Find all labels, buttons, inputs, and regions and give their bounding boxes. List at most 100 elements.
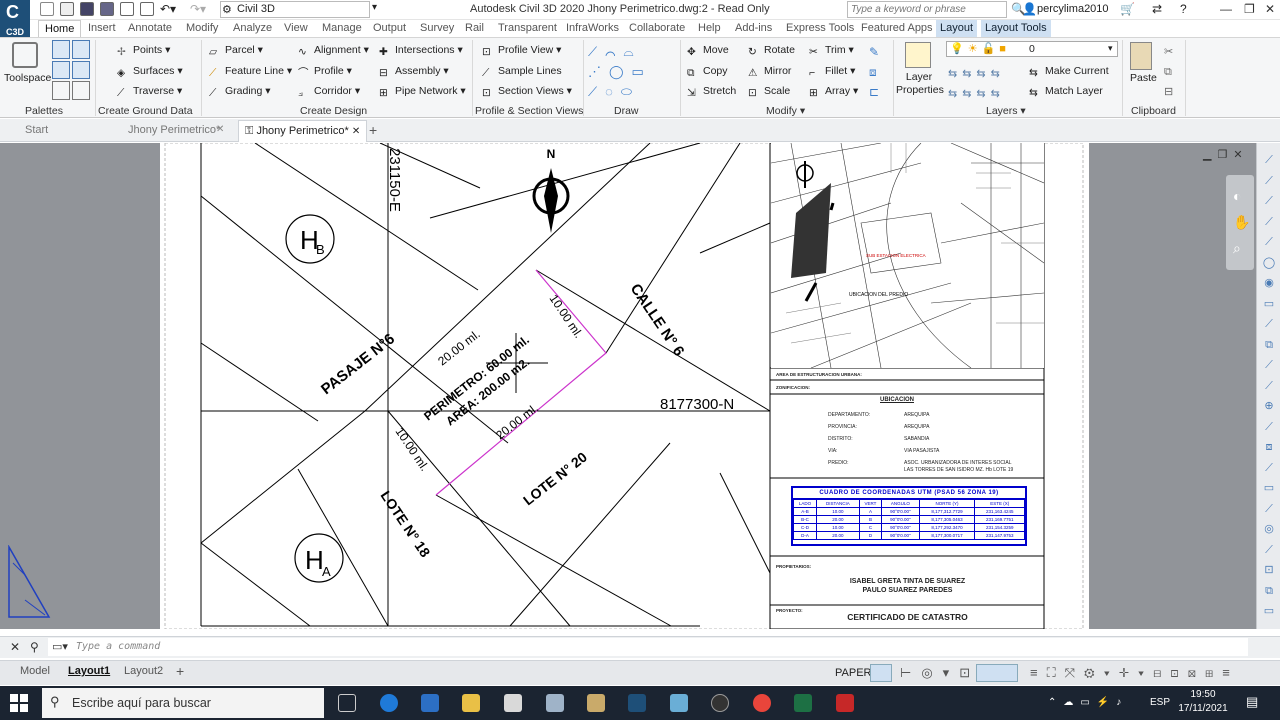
properties-icon[interactable] xyxy=(52,81,70,100)
language-indicator[interactable]: ESP xyxy=(1150,697,1170,708)
civil3d-icon[interactable] xyxy=(628,694,646,712)
layer-properties-button[interactable]: Layer Properties xyxy=(896,71,944,97)
chevron-down-icon[interactable]: ▾ xyxy=(372,2,377,13)
close-icon[interactable]: ✕ xyxy=(352,126,360,137)
layer-properties-icon[interactable] xyxy=(905,42,931,68)
app-icon[interactable] xyxy=(546,694,564,712)
status-tools-right[interactable]: ≡⛶⤧⚙▾✛▾⊟⊡⊠⊞≡ xyxy=(1030,665,1239,681)
toolspace-icon[interactable] xyxy=(12,42,38,68)
tray-icons[interactable]: ⌃☁▭⚡♪ xyxy=(1048,697,1128,708)
save-icon[interactable] xyxy=(80,2,94,16)
tab-modify[interactable]: Modify xyxy=(186,22,218,34)
taskbar-search[interactable]: Escribe aquí para buscar xyxy=(42,688,324,718)
restore-icon[interactable]: ❐ xyxy=(1244,2,1255,16)
grid-icon[interactable] xyxy=(870,664,892,682)
clipboard-tools[interactable]: ✂ ⧉ ⊟ xyxy=(1164,42,1173,102)
panel-modify[interactable]: Modify ▾ xyxy=(766,105,805,117)
tab-collaborate[interactable]: Collaborate xyxy=(629,22,685,34)
print-icon[interactable] xyxy=(140,2,154,16)
nav-tools-icons[interactable]: ◐ ✋ ⌕ xyxy=(1233,183,1250,261)
tab-layout2[interactable]: Layout2 xyxy=(124,665,163,677)
app-icon[interactable] xyxy=(587,694,605,712)
survey-icon[interactable] xyxy=(52,60,70,80)
toolspace-button[interactable]: Toolspace xyxy=(4,72,51,84)
notifications-icon[interactable]: ▤ xyxy=(1246,694,1258,710)
new-tab-icon[interactable]: + xyxy=(369,122,377,138)
tab-addins[interactable]: Add-ins xyxy=(735,22,772,34)
save-as-icon[interactable] xyxy=(100,2,114,16)
copy-button[interactable]: ⧉ Copy xyxy=(687,65,728,79)
alignment-button[interactable]: ∿ Alignment ▾ xyxy=(298,44,369,58)
app-icon[interactable] xyxy=(504,694,522,712)
tab-view[interactable]: View xyxy=(284,22,308,34)
trim-button[interactable]: ✂ Trim ▾ xyxy=(809,44,854,58)
close-icon[interactable]: ✕ xyxy=(1265,2,1275,16)
tab-express-tools[interactable]: Express Tools xyxy=(786,22,854,34)
fillet-button[interactable]: ⌐ Fillet ▾ xyxy=(809,65,855,79)
profile-button[interactable]: ⌒ Profile ▾ xyxy=(298,65,352,79)
app-icon[interactable] xyxy=(711,694,729,712)
app-logo[interactable]: C C3D xyxy=(0,0,30,40)
paste-icon[interactable] xyxy=(1130,42,1152,70)
intersections-button[interactable]: ✚ Intersections ▾ xyxy=(379,44,463,58)
tab-model[interactable]: Model xyxy=(20,665,50,677)
share-icon[interactable]: ⇄ xyxy=(1152,2,1162,16)
object-snap-icon[interactable] xyxy=(976,664,1018,682)
panel-profile-section-views[interactable]: Profile & Section Views xyxy=(475,105,583,117)
panel-clipboard[interactable]: Clipboard xyxy=(1131,105,1176,117)
chevron-down-icon[interactable]: ▾ xyxy=(1108,43,1113,54)
task-view-icon[interactable] xyxy=(338,694,356,712)
tab-output[interactable]: Output xyxy=(373,22,406,34)
edge-icon[interactable] xyxy=(380,694,398,712)
points-button[interactable]: ✢ Points ▾ xyxy=(117,44,170,58)
rotate-button[interactable]: ↻ Rotate xyxy=(748,44,795,58)
minimize-icon[interactable]: — xyxy=(1220,2,1232,16)
web-icon[interactable] xyxy=(120,2,134,16)
tab-layout[interactable]: Layout xyxy=(936,20,978,37)
tab-drawing-1[interactable]: Jhony Perimetrico* xyxy=(128,124,220,136)
help-icon[interactable]: ? xyxy=(1180,2,1187,16)
excel-icon[interactable] xyxy=(794,694,812,712)
panel-palettes[interactable]: Palettes xyxy=(25,105,63,117)
sample-lines-button[interactable]: ⟋ Sample Lines xyxy=(482,65,562,79)
feature-line-button[interactable]: ⟋ Feature Line ▾ xyxy=(209,65,292,79)
tab-manage[interactable]: Manage xyxy=(322,22,362,34)
assembly-button[interactable]: ⊟ Assembly ▾ xyxy=(379,65,449,79)
stretch-button[interactable]: ⇲ Stretch xyxy=(687,85,736,99)
parcel-button[interactable]: ▱ Parcel ▾ xyxy=(209,44,263,58)
tab-layout-tools[interactable]: Layout Tools xyxy=(981,20,1051,37)
move-button[interactable]: ✥ Move xyxy=(687,44,729,58)
search-input[interactable]: Type a keyword or phrase xyxy=(847,1,1007,18)
tab-help[interactable]: Help xyxy=(698,22,721,34)
mirror-button[interactable]: ⚠ Mirror xyxy=(748,65,791,79)
redo-icon[interactable]: ↷▾ xyxy=(190,2,206,16)
scale-button[interactable]: ⊡ Scale xyxy=(748,85,790,99)
panel-create-ground-data[interactable]: Create Ground Data xyxy=(98,105,193,117)
new-icon[interactable] xyxy=(40,2,54,16)
tab-transparent[interactable]: Transparent xyxy=(498,22,557,34)
make-current-button[interactable]: ⇆ Make Current xyxy=(1029,65,1109,79)
windows-start-icon[interactable] xyxy=(10,694,28,712)
traverse-button[interactable]: ⟋ Traverse ▾ xyxy=(117,85,182,99)
tab-drawing-2[interactable]: ⚿ Jhony Perimetrico* ✕ xyxy=(238,120,368,142)
tab-featured-apps[interactable]: Featured Apps xyxy=(861,22,933,34)
tab-home[interactable]: Home xyxy=(38,20,82,38)
section-views-button[interactable]: ⊡ Section Views ▾ xyxy=(482,85,572,99)
prospector-icon[interactable] xyxy=(52,40,70,59)
tool-palettes-icon[interactable] xyxy=(72,81,90,100)
grading-button[interactable]: ⟋ Grading ▾ xyxy=(209,85,271,99)
add-layout-icon[interactable]: + xyxy=(176,663,184,679)
tab-insert[interactable]: Insert xyxy=(88,22,116,34)
tab-start[interactable]: Start xyxy=(25,124,48,136)
paper-space-toggle[interactable]: PAPER xyxy=(835,667,871,679)
workspace-selector[interactable]: Civil 3D xyxy=(220,1,370,18)
paste-button[interactable]: Paste xyxy=(1130,72,1157,84)
file-explorer-icon[interactable] xyxy=(462,694,480,712)
surfaces-button[interactable]: ◈ Surfaces ▾ xyxy=(117,65,183,79)
layer-tools-icons[interactable]: ⇆⇆⇆⇆ ⇆⇆⇆⇆ xyxy=(948,64,1005,104)
settings-icon[interactable] xyxy=(72,40,90,59)
match-layer-button[interactable]: ⇆ Match Layer xyxy=(1029,85,1103,99)
panel-draw[interactable]: Draw xyxy=(614,105,639,117)
wrench-icon[interactable]: ⚲ xyxy=(30,640,39,654)
tab-survey[interactable]: Survey xyxy=(420,22,454,34)
